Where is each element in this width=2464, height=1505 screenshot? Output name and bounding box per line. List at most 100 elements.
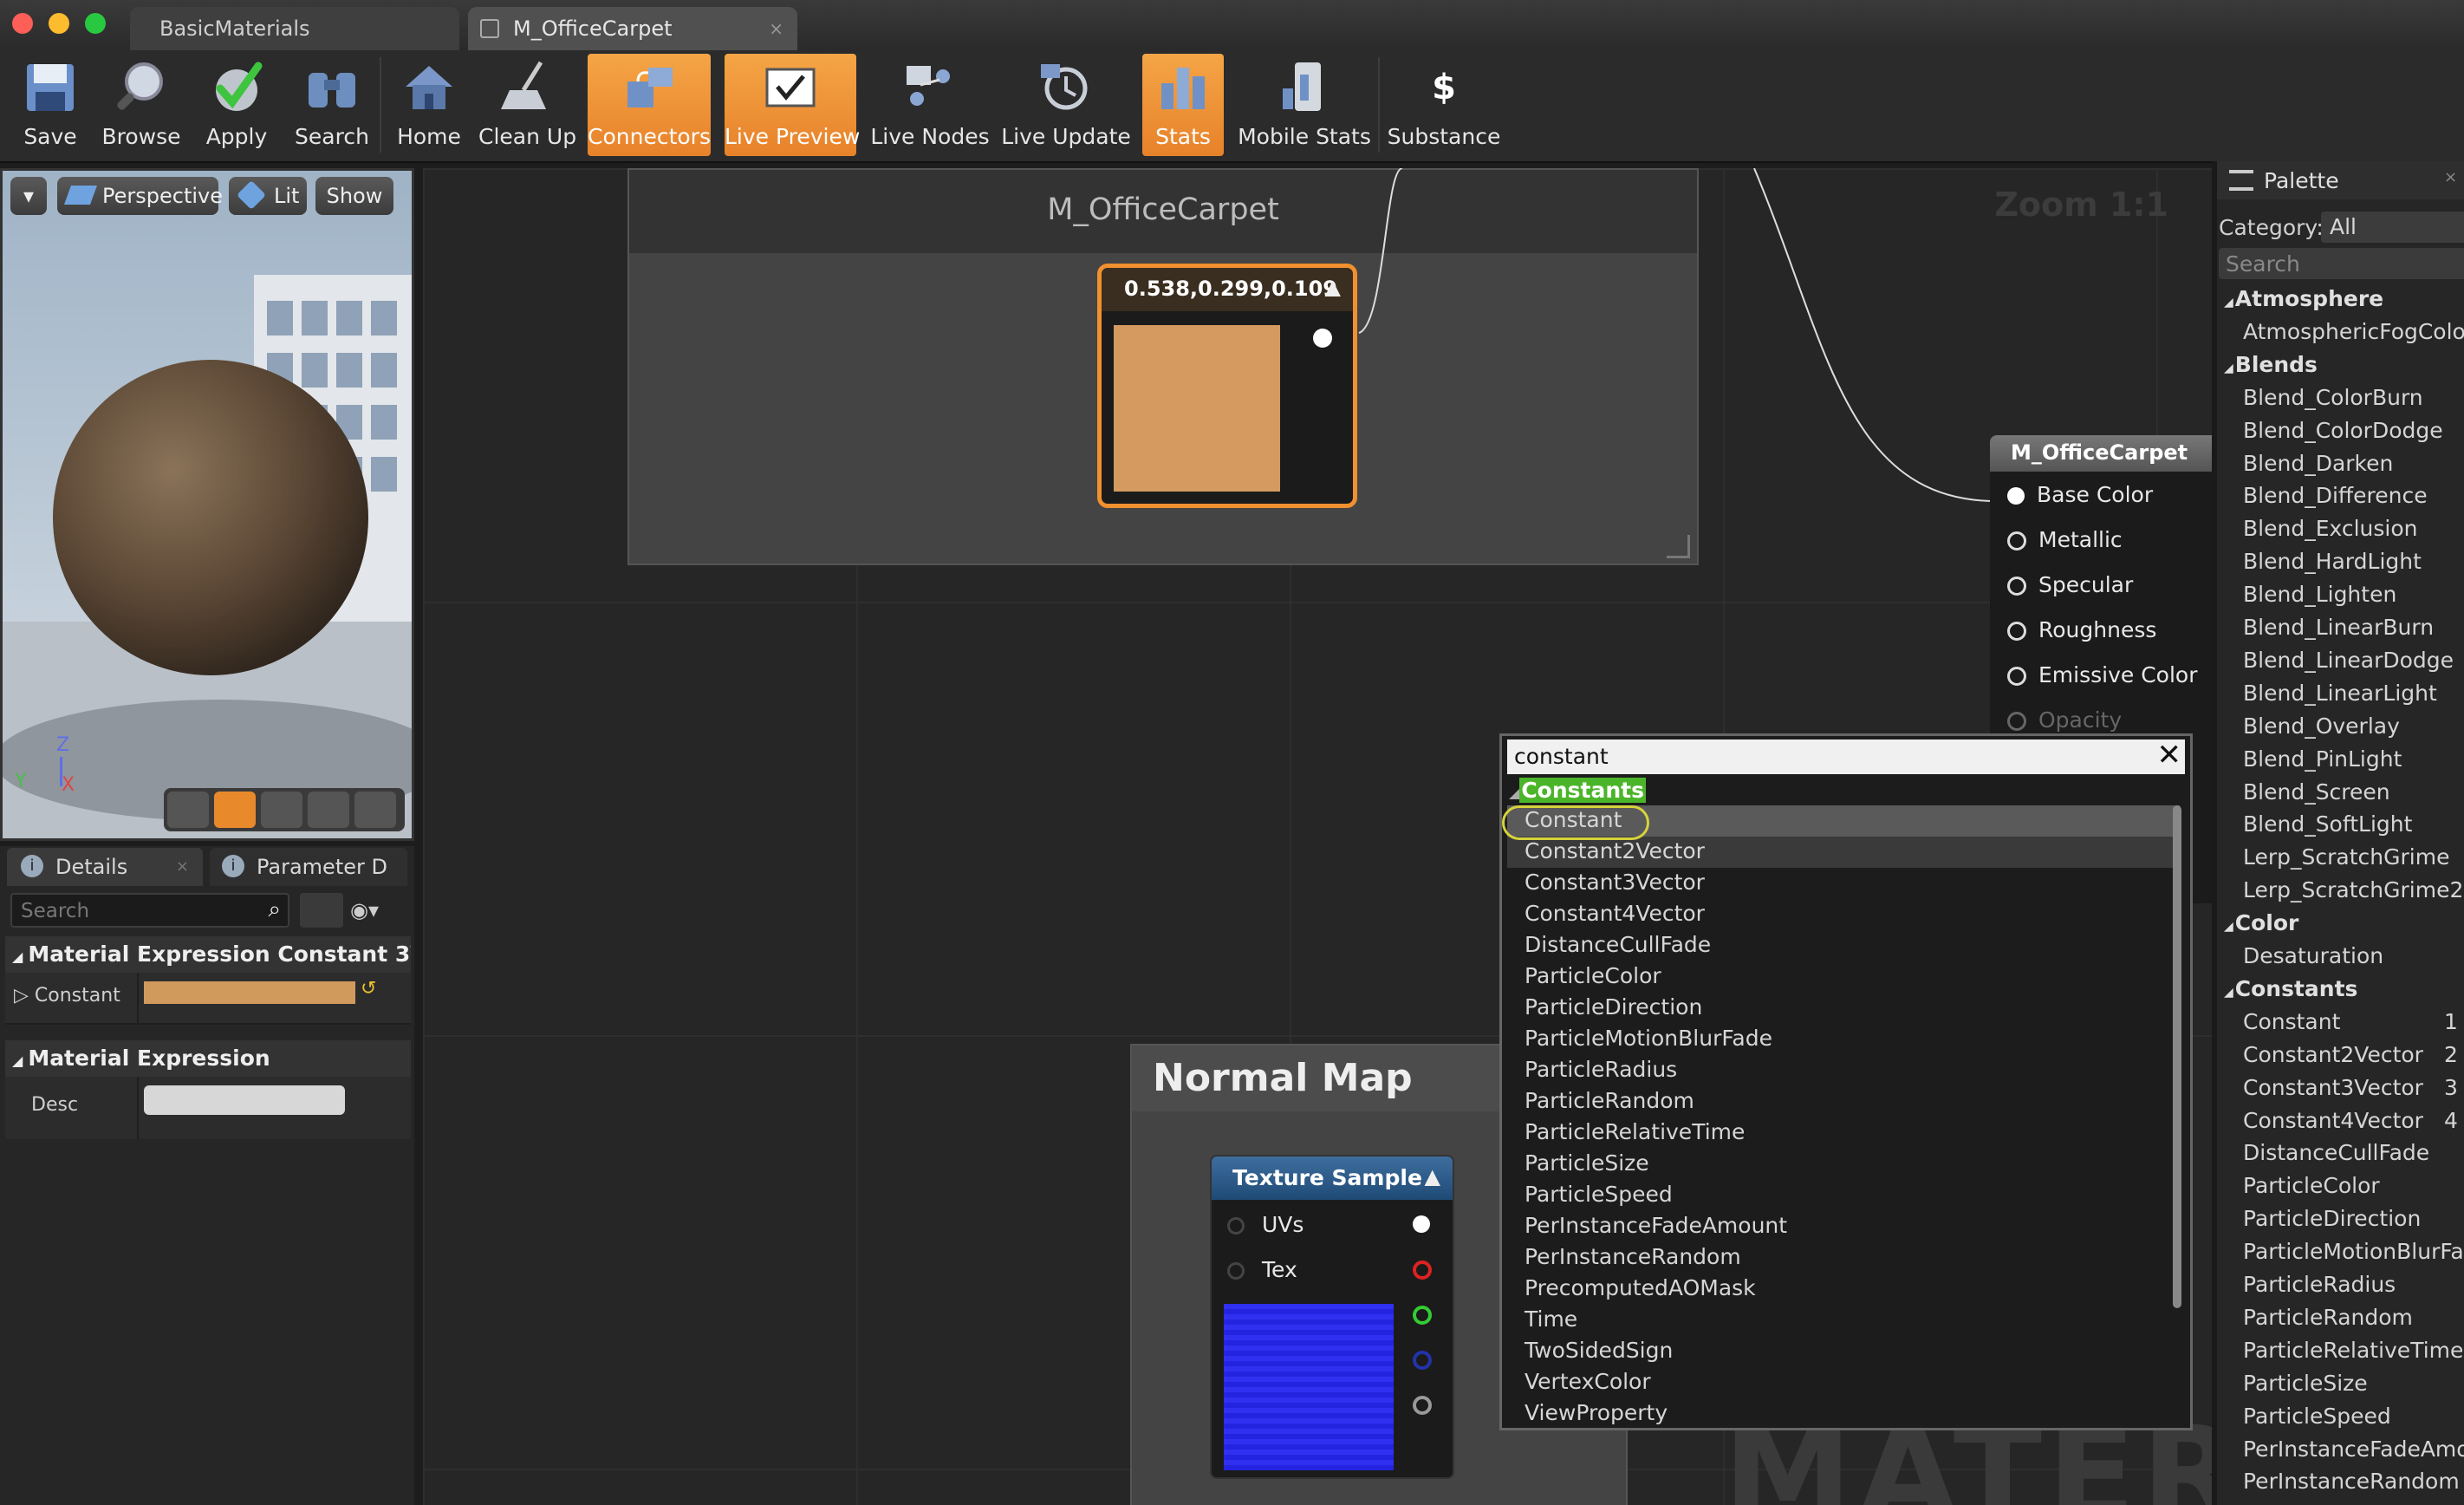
popup-item[interactable]: ParticleRelativeTime (1525, 1119, 1745, 1144)
palette-category[interactable]: ◢Color (2224, 910, 2298, 935)
tab-details[interactable]: i Details × (7, 848, 203, 886)
pin-base-color[interactable]: Base Color (2007, 482, 2153, 507)
popup-item[interactable]: ParticleRadius (1525, 1057, 1677, 1082)
popup-item[interactable]: PrecomputedAOMask (1525, 1275, 1756, 1300)
section-material-expression[interactable]: ◢ Material Expression (5, 1040, 411, 1077)
palette-item[interactable]: Blend_Darken (2243, 451, 2393, 476)
constant-color-swatch[interactable] (144, 981, 355, 1004)
palette-item[interactable]: Blend_PinLight (2243, 746, 2402, 772)
palette-item[interactable]: ParticleMotionBlurFac (2243, 1239, 2464, 1264)
viewport-menu-button[interactable]: ▾ (10, 177, 47, 215)
close-tab-icon[interactable]: × (2444, 168, 2457, 186)
palette-item[interactable]: Blend_ColorBurn (2243, 385, 2423, 410)
output-a-pin[interactable] (1413, 1396, 1432, 1415)
browse-button[interactable]: Browse (95, 54, 187, 156)
minimize-window-icon[interactable] (49, 13, 69, 34)
home-button[interactable]: Home (383, 54, 475, 156)
popup-item[interactable]: ParticleMotionBlurFade (1525, 1026, 1772, 1051)
eye-visibility-icon[interactable]: ◉▾ (350, 893, 407, 928)
popup-item[interactable]: PerInstanceRandom (1525, 1244, 1741, 1269)
palette-search-input[interactable]: Search (2219, 248, 2464, 279)
popup-category-constants[interactable]: ◢Constants (1509, 778, 1646, 803)
palette-item[interactable]: ParticleSpeed (2243, 1404, 2391, 1429)
palette-item[interactable]: ParticleDirection (2243, 1206, 2421, 1231)
output-b-pin[interactable] (1413, 1351, 1432, 1370)
palette-item[interactable]: Blend_Lighten (2243, 582, 2396, 607)
sphere-preview-button[interactable] (214, 792, 256, 828)
clear-search-icon[interactable]: ✕ (2157, 738, 2182, 772)
section-material-expression-constant-3vector[interactable]: ◢ Material Expression Constant 3Vector (5, 936, 411, 973)
palette-item[interactable]: Blend_HardLight (2243, 549, 2422, 574)
pin-roughness[interactable]: Roughness (2007, 617, 2156, 642)
popup-item[interactable]: ViewProperty (1525, 1400, 1668, 1425)
popup-item[interactable]: TwoSidedSign (1525, 1338, 1673, 1363)
palette-item[interactable]: Lerp_ScratchGrime (2243, 844, 2449, 870)
popup-item[interactable]: ParticleDirection (1525, 994, 1702, 1020)
search-button[interactable]: Search (286, 54, 378, 156)
pin-emissive-color[interactable]: Emissive Color (2007, 662, 2197, 687)
output-g-pin[interactable] (1413, 1306, 1432, 1325)
palette-category[interactable]: ◢Blends (2224, 352, 2318, 377)
popup-item[interactable]: VertexColor (1525, 1369, 1651, 1394)
live-preview-button[interactable]: Live Preview (725, 54, 860, 156)
pin-metallic[interactable]: Metallic (2007, 527, 2123, 552)
popup-item[interactable]: ParticleSize (1525, 1150, 1649, 1176)
show-button[interactable]: Show (315, 177, 393, 215)
palette-item[interactable]: Desaturation (2243, 943, 2383, 968)
popup-item[interactable]: Constant4Vector (1525, 901, 1705, 926)
palette-item[interactable]: Lerp_ScratchGrime2 (2243, 877, 2463, 902)
palette-item[interactable]: Blend_Screen (2243, 779, 2390, 805)
category-select[interactable]: All (2321, 212, 2464, 243)
palette-item[interactable]: Blend_LinearBurn (2243, 615, 2434, 640)
popup-scrollbar[interactable] (2173, 805, 2181, 1308)
palette-item[interactable]: ParticleRelativeTime (2243, 1338, 2463, 1363)
node-search-popup[interactable]: constant ✕ ◢Constants Constant Constant2V… (1499, 733, 2193, 1430)
cube-preview-button[interactable] (308, 792, 349, 828)
collapse-arrow-icon[interactable]: ▲ (1425, 1164, 1440, 1189)
desc-text-input[interactable] (144, 1085, 345, 1115)
texture-sample-node[interactable]: Texture Sample ▲ UVs Tex (1210, 1155, 1454, 1479)
zoom-window-icon[interactable] (85, 13, 106, 34)
cylinder-preview-button[interactable] (167, 792, 209, 828)
palette-item[interactable]: Blend_SoftLight (2243, 811, 2412, 837)
output-rgb-pin[interactable] (1413, 1215, 1430, 1233)
palette-item[interactable]: Constant4Vector (2243, 1108, 2423, 1133)
lit-button[interactable]: Lit (229, 177, 307, 215)
palette-item[interactable]: Constant (2243, 1009, 2340, 1034)
pin-opacity[interactable]: Opacity (2007, 707, 2122, 733)
perspective-button[interactable]: Perspective (57, 177, 223, 215)
mesh-preview-button[interactable] (354, 792, 396, 828)
substance-button[interactable]: $ Substance (1383, 54, 1505, 156)
palette-item[interactable]: PerInstanceRandom (2243, 1469, 2460, 1494)
palette-category[interactable]: ◢Constants (2224, 976, 2357, 1001)
popup-item[interactable]: Constant3Vector (1525, 870, 1705, 895)
palette-item[interactable]: Blend_ColorDodge (2243, 418, 2443, 443)
palette-item[interactable]: Blend_Overlay (2243, 713, 2400, 739)
palette-item[interactable]: Blend_Difference (2243, 483, 2428, 508)
reset-to-default-icon[interactable]: ↺ (361, 978, 376, 1000)
save-button[interactable]: Save (5, 54, 95, 156)
palette-category[interactable]: ◢Atmosphere (2224, 286, 2383, 311)
close-window-icon[interactable] (12, 13, 33, 34)
popup-item[interactable]: Constant2Vector (1525, 838, 1705, 863)
palette-item[interactable]: AtmosphericFogColor (2243, 319, 2464, 344)
popup-item[interactable]: ParticleRandom (1525, 1088, 1694, 1113)
preview-viewport[interactable]: Z X Y (0, 168, 414, 841)
palette-item[interactable]: DistanceCullFade (2243, 1140, 2429, 1165)
stats-button[interactable]: Stats (1142, 54, 1224, 156)
popup-item[interactable]: Time (1525, 1306, 1577, 1332)
popup-item[interactable]: PerInstanceFadeAmount (1525, 1213, 1787, 1238)
output-r-pin[interactable] (1413, 1261, 1432, 1280)
palette-item[interactable]: ParticleSize (2243, 1371, 2368, 1396)
plane-preview-button[interactable] (261, 792, 302, 828)
close-tab-icon[interactable]: × (176, 848, 189, 886)
tab-m-officecarpet[interactable]: M_OfficeCarpet × (468, 7, 797, 50)
popup-item[interactable]: ParticleColor (1525, 963, 1661, 988)
pin-uvs[interactable]: UVs (1227, 1212, 1304, 1237)
palette-item[interactable]: Blend_Exclusion (2243, 516, 2418, 541)
palette-item[interactable]: Blend_LinearLight (2243, 681, 2437, 706)
palette-item[interactable]: ParticleColor (2243, 1173, 2380, 1198)
palette-item[interactable]: Blend_LinearDodge (2243, 648, 2454, 673)
palette-item[interactable]: PerInstanceFadeAmo (2243, 1437, 2464, 1462)
close-tab-icon[interactable]: × (769, 7, 783, 50)
